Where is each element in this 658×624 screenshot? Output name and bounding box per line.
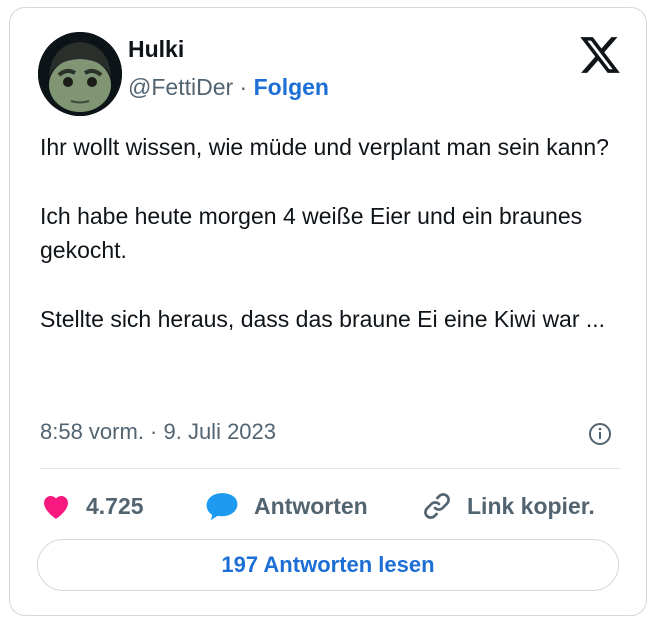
info-icon[interactable] <box>588 422 612 446</box>
divider <box>40 468 621 469</box>
bobblehead-avatar-icon <box>38 32 122 116</box>
read-replies-button[interactable]: 197 Antworten lesen <box>37 539 619 591</box>
author-handle-row: @FettiDer · Folgen <box>128 74 329 101</box>
reply-label: Antworten <box>254 492 368 519</box>
tweet-paragraph: Stellte sich heraus, dass das braune Ei … <box>40 306 606 332</box>
tweet-paragraph: Ihr wollt wissen, wie müde und verplant … <box>40 134 609 160</box>
tweet-text: Ihr wollt wissen, wie müde und verplant … <box>40 130 630 371</box>
copy-link-button[interactable]: Link kopier. <box>421 484 595 528</box>
tweet-card: Hulki @FettiDer · Folgen Ihr wollt wisse… <box>9 7 647 616</box>
reply-button[interactable]: Antworten <box>204 484 368 528</box>
tweet-timestamp[interactable]: 8:58 vorm. · 9. Juli 2023 <box>40 419 276 445</box>
tweet-actions: 4.725 Antworten Link kopier. <box>40 484 640 528</box>
like-count: 4.725 <box>86 492 144 519</box>
follow-button[interactable]: Folgen <box>254 74 329 100</box>
x-logo-icon[interactable] <box>578 33 622 77</box>
author-name[interactable]: Hulki <box>128 36 184 63</box>
author-handle[interactable]: @FettiDer <box>128 74 233 100</box>
heart-icon <box>43 495 69 519</box>
tweet-paragraph: Ich habe heute morgen 4 weiße Eier und e… <box>40 203 583 263</box>
separator-dot: · <box>239 74 248 100</box>
speech-bubble-icon <box>206 493 238 521</box>
link-icon <box>424 493 450 519</box>
like-button[interactable]: 4.725 <box>40 484 144 528</box>
copy-link-label: Link kopier. <box>467 492 595 519</box>
author-avatar[interactable] <box>38 32 122 116</box>
